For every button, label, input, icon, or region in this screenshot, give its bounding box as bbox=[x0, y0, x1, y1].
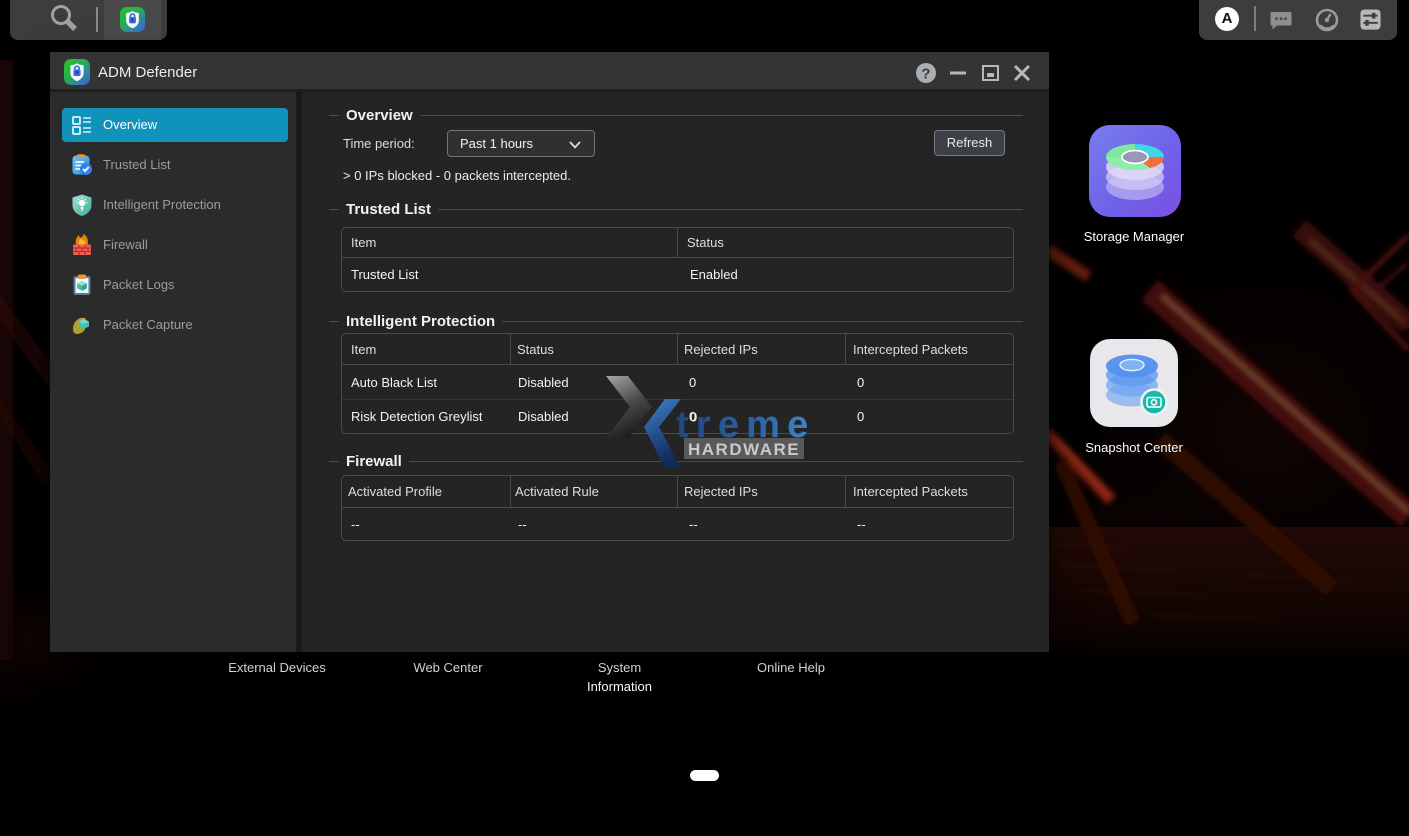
svg-text:HARDWARE: HARDWARE bbox=[688, 440, 800, 459]
svg-text:0: 0 bbox=[690, 410, 697, 425]
svg-text:?: ? bbox=[921, 66, 930, 83]
